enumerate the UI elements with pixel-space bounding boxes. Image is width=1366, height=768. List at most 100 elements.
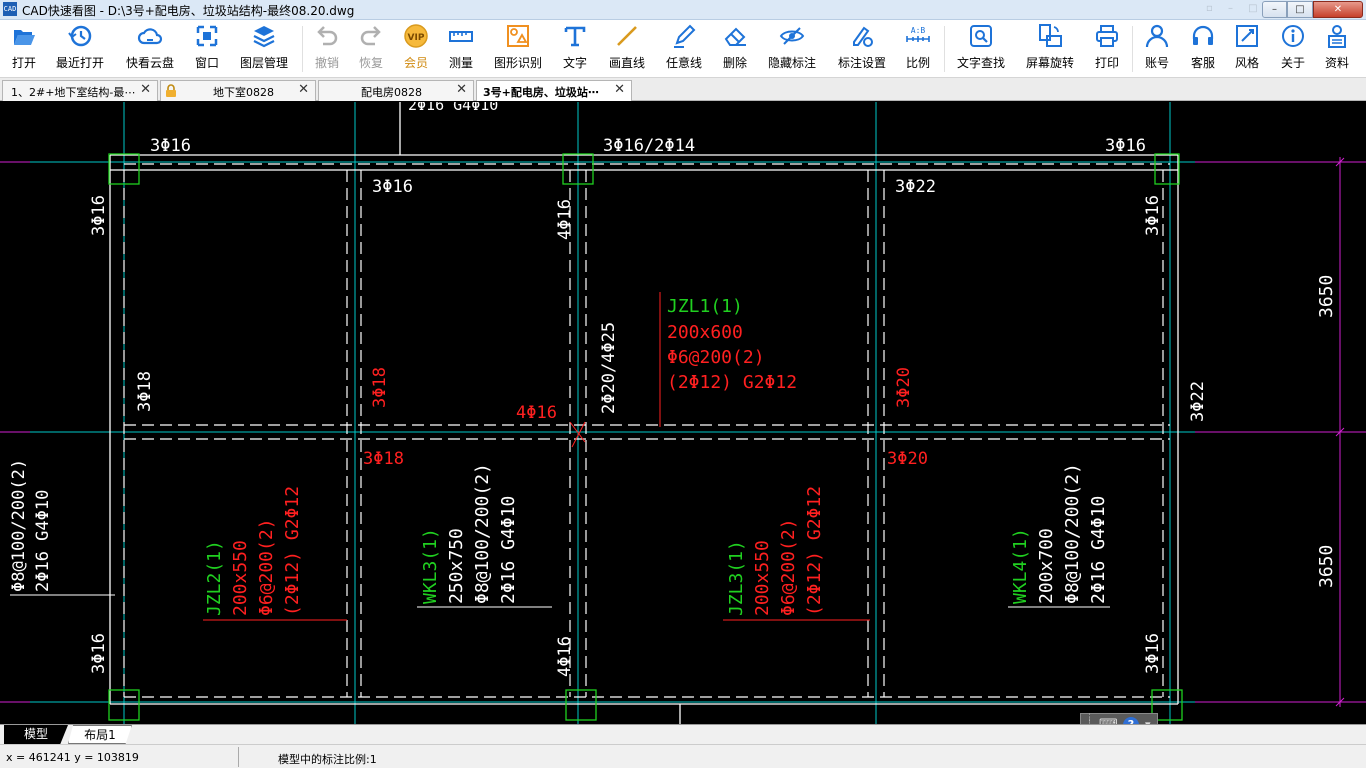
toolbar-label: 屏幕旋转 xyxy=(1025,56,1074,70)
beam-outlines xyxy=(109,102,1179,724)
style-icon xyxy=(1236,25,1258,47)
toolbar-cloud-button[interactable]: 快看云盘 xyxy=(122,23,178,75)
beam-stirrup-wkl4: Φ8@100/200(2) xyxy=(1062,463,1083,604)
user-icon xyxy=(1145,24,1169,48)
close-tab-icon[interactable]: ✕ xyxy=(614,82,625,97)
beam-bars-jzl2: (2Φ12) G2Φ12 xyxy=(282,486,303,616)
toolbar-separator xyxy=(302,26,303,72)
tab-model[interactable]: 模型 xyxy=(4,725,68,744)
toolbar-measure-button[interactable]: 测量 xyxy=(444,23,478,75)
beam-name-jzl3: JZL3(1) xyxy=(726,540,747,616)
vip-icon: VIP xyxy=(404,24,428,48)
doc-tab-label: 配电房0828 xyxy=(361,86,422,99)
toolbar-about-button[interactable]: 关于 xyxy=(1276,23,1310,75)
doc-tab[interactable]: 配电房0828 ✕ xyxy=(318,80,474,101)
toolbar-label: 打印 xyxy=(1094,56,1119,70)
toolbar-label: 账号 xyxy=(1144,56,1169,70)
toolbar-support-button[interactable]: 客服 xyxy=(1186,23,1220,75)
beam-bars-left: 2Φ16 G4Φ10 xyxy=(33,490,53,592)
beam-label: 3Φ16/2Φ14 xyxy=(603,136,695,156)
documents-icon xyxy=(1328,25,1346,48)
beam-bars-wkl4: 2Φ16 G4Φ10 xyxy=(1088,496,1109,604)
toolbar-separator xyxy=(1132,26,1133,72)
toolbar-hide-annotation-button[interactable]: 隐藏标注 xyxy=(764,23,820,75)
toolbar-print-button[interactable]: 打印 xyxy=(1090,23,1124,75)
beam-size-wkl3: 250x750 xyxy=(446,528,467,604)
toolbar-erase-button[interactable]: 删除 xyxy=(718,23,752,75)
beam-size-wkl4: 200x700 xyxy=(1036,528,1057,604)
toolbar-label: 打开 xyxy=(11,56,36,70)
svg-text:VIP: VIP xyxy=(408,33,425,43)
dimension-value: 3650 xyxy=(1316,545,1337,588)
app-logo-icon: CAD xyxy=(3,2,17,16)
annotation-settings-icon xyxy=(853,26,873,47)
toolbar-screen-rotate-button[interactable]: 屏幕旋转 xyxy=(1022,23,1078,75)
beam-label-red: 3Φ18 xyxy=(363,449,404,469)
beam-label: 3Φ16 xyxy=(1105,136,1146,156)
doc-tab[interactable]: 地下室0828 ✕ xyxy=(160,80,316,101)
close-tab-icon[interactable]: ✕ xyxy=(456,82,467,97)
toolbar-open-button[interactable]: 打开 xyxy=(4,23,44,75)
cursor-coordinates: x = 461241 y = 103819 xyxy=(6,751,139,764)
toolbar-label: 画直线 xyxy=(608,56,645,70)
beam-name-jzl1: JZL1(1) xyxy=(667,296,743,317)
scale-icon: A:B xyxy=(906,26,930,42)
toolbar-vip-button[interactable]: VIP 会员 xyxy=(398,23,434,75)
undo-icon xyxy=(317,26,338,46)
doc-tab-label: 3号+配电房、垃圾站⋯ xyxy=(483,86,599,99)
toolbar-label: 恢复 xyxy=(358,56,383,70)
beam-stirrup-wkl3: Φ8@100/200(2) xyxy=(472,463,493,604)
beam-stirrup-jzl3: Φ6@200(2) xyxy=(778,518,799,616)
close-window-button[interactable]: ✕ xyxy=(1313,1,1363,18)
doc-tab-active[interactable]: 3号+配电房、垃圾站⋯ ✕ xyxy=(476,80,632,101)
toolbar-style-button[interactable]: 风格 xyxy=(1230,23,1264,75)
tab-layout1[interactable]: 布局1 xyxy=(68,725,132,744)
toolbar-recent-button[interactable]: 最近打开 xyxy=(52,23,108,75)
toolbar-text-search-button[interactable]: 文字查找 xyxy=(952,23,1010,75)
toolbar-separator xyxy=(944,26,945,72)
close-tab-icon[interactable]: ✕ xyxy=(140,82,151,97)
toolbar-label: 窗口 xyxy=(194,56,219,70)
toolbar-label: 关于 xyxy=(1280,56,1305,70)
close-tab-icon[interactable]: ✕ xyxy=(298,82,309,97)
beam-label: 3Φ16 xyxy=(1143,633,1163,674)
status-separator xyxy=(238,747,239,767)
history-icon xyxy=(68,25,92,47)
beam-label: 3Φ16 xyxy=(1143,195,1163,236)
toolbar-label: 比例 xyxy=(905,56,930,70)
headset-icon xyxy=(1192,25,1214,45)
toolbar-undo-button[interactable]: 撤销 xyxy=(310,23,344,75)
toolbar-label: 文字 xyxy=(562,56,587,70)
toolbar-text-button[interactable]: 文字 xyxy=(558,23,592,75)
toolbar-window-button[interactable]: 窗口 xyxy=(190,23,224,75)
toolbar-scale-button[interactable]: A:B 比例 xyxy=(900,23,936,75)
beam-bars-wkl3: 2Φ16 G4Φ10 xyxy=(498,496,519,604)
cad-drawing[interactable]: 2Φ16 G4Φ10 3Φ16 3Φ16/2Φ14 3Φ16 3Φ16 3Φ22… xyxy=(0,102,1366,724)
document-tab-bar: 1、2#+地下室结构-最⋯ ✕ 地下室0828 ✕ 配电房0828 ✕ 3号+配… xyxy=(0,78,1366,101)
info-icon xyxy=(1282,25,1304,47)
minimize-button[interactable]: – xyxy=(1262,1,1287,18)
toolbar-layers-button[interactable]: 图层管理 xyxy=(236,23,292,75)
annotation-scale-text: 模型中的标注比例:1 xyxy=(278,753,377,766)
text-search-icon xyxy=(970,25,992,47)
layout-tab-bar: 模型 布局1 xyxy=(0,724,1366,744)
maximize-button[interactable]: □ xyxy=(1287,1,1313,18)
drawing-canvas[interactable]: 2Φ16 G4Φ10 3Φ16 3Φ16/2Φ14 3Φ16 3Φ16 3Φ22… xyxy=(0,102,1366,724)
redo-icon xyxy=(360,26,381,46)
toolbar-shape-recognition-button[interactable]: 图形识别 xyxy=(490,23,546,75)
columns xyxy=(108,153,1183,721)
pen-icon xyxy=(674,24,696,48)
toolbar-annotation-settings-button[interactable]: 标注设置 xyxy=(834,23,890,75)
beam-label: 4Φ16 xyxy=(555,199,575,240)
doc-tab-label: 地下室0828 xyxy=(213,86,274,99)
toolbar-label: 风格 xyxy=(1234,56,1259,70)
toolbar-docs-button[interactable]: 资料 xyxy=(1320,23,1354,75)
toolbar-line-button[interactable]: 画直线 xyxy=(604,23,650,75)
toolbar-freeline-button[interactable]: 任意线 xyxy=(662,23,706,75)
doc-tab[interactable]: 1、2#+地下室结构-最⋯ ✕ xyxy=(2,80,158,101)
toolbar-redo-button[interactable]: 恢复 xyxy=(354,23,388,75)
beam-label: 3Φ22 xyxy=(1188,381,1208,422)
toolbar-account-button[interactable]: 账号 xyxy=(1140,23,1174,75)
window-title: CAD快速看图 - D:\3号+配电房、垃圾站结构-最终08.20.dwg xyxy=(22,4,355,18)
beam-label-red: 3Φ20 xyxy=(887,449,928,469)
